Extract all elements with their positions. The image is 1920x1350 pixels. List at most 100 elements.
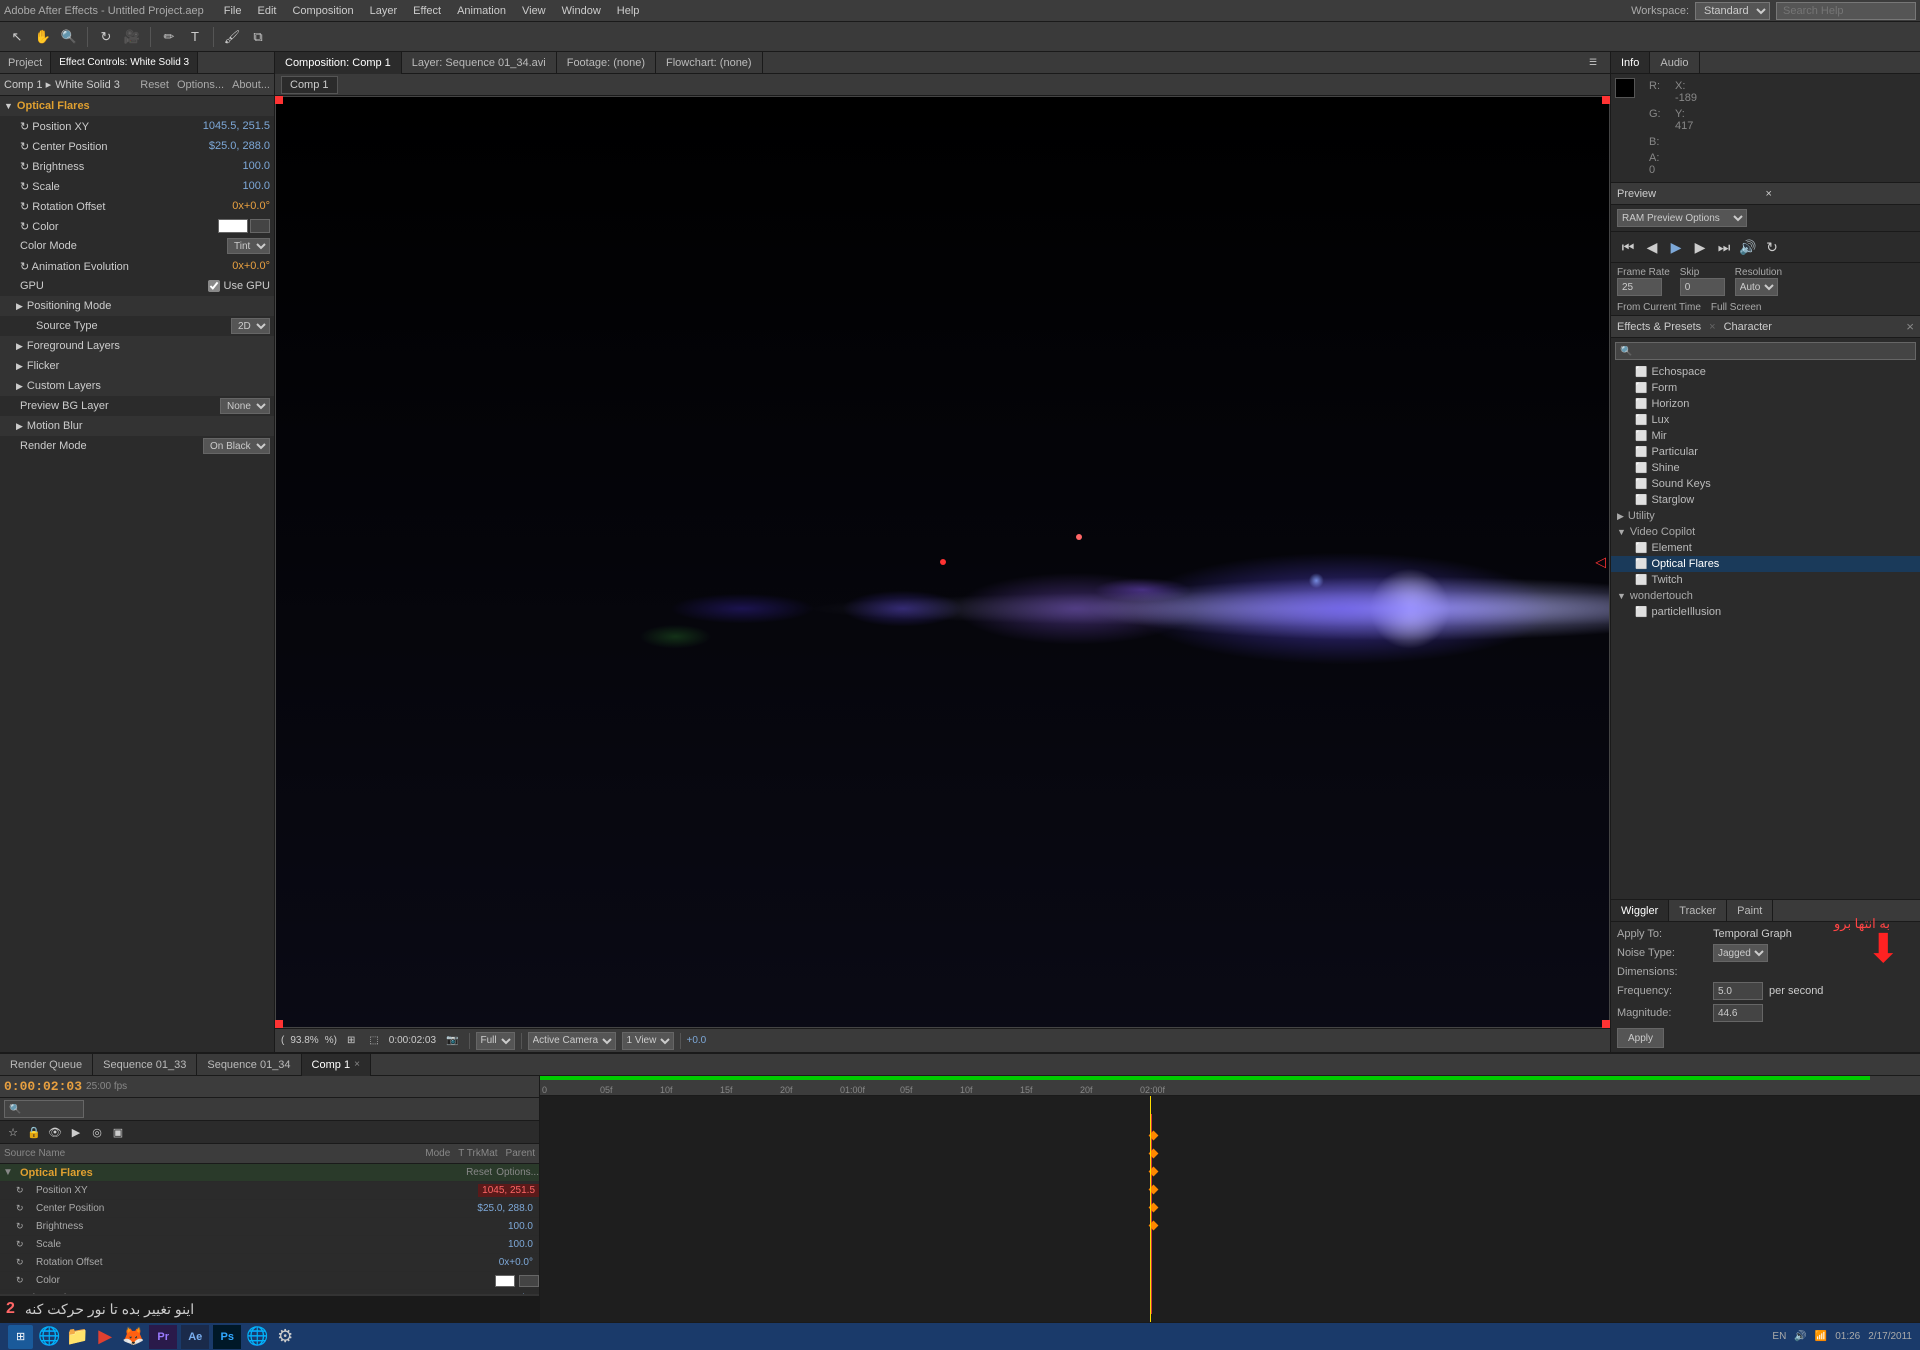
tl-color-swatch[interactable] <box>495 1275 515 1287</box>
prev-audio[interactable]: 🔊 <box>1737 236 1759 258</box>
motion-blur-group[interactable]: ▶ Motion Blur <box>0 416 274 436</box>
wiggler-tab[interactable]: Wiggler <box>1611 900 1669 921</box>
from-current-time-btn[interactable]: From Current Time <box>1617 302 1701 313</box>
comp-tab-footage[interactable]: Footage: (none) <box>557 52 656 74</box>
render-mode-select[interactable]: On Black <box>203 438 270 454</box>
zoom-tool[interactable]: 🔍 <box>58 26 80 48</box>
preview-bg-select[interactable]: None <box>220 398 270 414</box>
flicker-group[interactable]: ▶ Flicker <box>0 356 274 376</box>
gpu-checkbox[interactable] <box>208 280 220 292</box>
comp-tab-comp1[interactable]: Composition: Comp 1 <box>275 52 402 74</box>
premiere-icon[interactable]: Pr <box>149 1325 177 1349</box>
menu-animation[interactable]: Animation <box>449 0 514 21</box>
snapshot-btn[interactable]: 📷 <box>442 1035 462 1046</box>
effect-controls-tab[interactable]: Effect Controls: White Solid 3 <box>51 52 198 73</box>
ep-item-particular[interactable]: ⬜ Particular <box>1611 444 1920 460</box>
paint-tab[interactable]: Paint <box>1727 900 1773 921</box>
tl-motion-blur[interactable]: ◎ <box>88 1123 106 1141</box>
tl-prop-value[interactable]: 0x+0.0° <box>493 1257 539 1268</box>
zoom-select[interactable]: Full <box>476 1032 515 1050</box>
comp-tab-flowchart[interactable]: Flowchart: (none) <box>656 52 763 74</box>
start-btn[interactable]: ⊞ <box>8 1325 33 1349</box>
hand-tool[interactable]: ✋ <box>32 26 54 48</box>
prev-first-frame[interactable]: ⏮ <box>1617 236 1639 258</box>
kf-diamond-4[interactable] <box>1150 1186 1157 1193</box>
frame-rate-input[interactable] <box>1617 278 1662 296</box>
ie-icon[interactable]: 🌐 <box>37 1325 61 1349</box>
aftereffects-icon[interactable]: Ae <box>181 1325 209 1349</box>
tl-3d[interactable]: ▣ <box>109 1123 127 1141</box>
camera-tool[interactable]: 🎥 <box>121 26 143 48</box>
browser-icon[interactable]: 🌐 <box>245 1325 269 1349</box>
media-icon[interactable]: ▶ <box>93 1325 117 1349</box>
prev-play[interactable]: ▶ <box>1665 236 1687 258</box>
tracker-tab[interactable]: Tracker <box>1669 900 1727 921</box>
bt-seq-34[interactable]: Sequence 01_34 <box>197 1054 301 1076</box>
tl-expand[interactable]: ▶ <box>67 1123 85 1141</box>
color-mode-select[interactable]: Tint <box>227 238 270 254</box>
character-tab[interactable]: Character <box>1724 321 1772 333</box>
view-select[interactable]: 1 View <box>622 1032 674 1050</box>
ep-item-twitch[interactable]: ⬜ Twitch <box>1611 572 1920 588</box>
menu-composition[interactable]: Composition <box>284 0 361 21</box>
kf-diamond-3[interactable] <box>1150 1168 1157 1175</box>
menu-view[interactable]: View <box>514 0 554 21</box>
skip-input[interactable] <box>1680 278 1725 296</box>
prop-value[interactable]: $25.0, 288.0 <box>209 140 270 152</box>
settings-icon[interactable]: ⚙ <box>273 1325 297 1349</box>
ep-item-element[interactable]: ⬜ Element <box>1611 540 1920 556</box>
layer-optical-flares[interactable]: ▼ Optical Flares Reset Options... <box>0 1164 539 1182</box>
ep-item-optical-flares[interactable]: ⬜ Optical Flares <box>1611 556 1920 572</box>
audio-tab[interactable]: Audio <box>1650 52 1699 73</box>
prop-value[interactable]: 0x+0.0° <box>232 200 270 212</box>
prev-loop[interactable]: ↻ <box>1761 236 1783 258</box>
ep-close[interactable]: × <box>1906 319 1914 334</box>
ep-item-shine[interactable]: ⬜ Shine <box>1611 460 1920 476</box>
prop-value[interactable]: 1045.5, 251.5 <box>203 120 270 132</box>
source-type-select[interactable]: 2D <box>231 318 270 334</box>
layer-reset[interactable]: Reset <box>466 1167 492 1178</box>
menu-effect[interactable]: Effect <box>405 0 449 21</box>
frequency-input[interactable] <box>1713 982 1763 1000</box>
ep-item-mir[interactable]: ⬜ Mir <box>1611 428 1920 444</box>
firefox-icon[interactable]: 🦊 <box>121 1325 145 1349</box>
ec-reset[interactable]: Reset <box>140 79 169 91</box>
kf-diamond-1[interactable] <box>1150 1132 1157 1139</box>
timeline-right[interactable]: 0 05f 10f 15f 20f 01:00f 05f 10f 15f 20f… <box>540 1076 1920 1322</box>
prev-next-frame[interactable]: ▶ <box>1689 236 1711 258</box>
tl-solo[interactable]: ☆ <box>4 1123 22 1141</box>
layer-expand-btn[interactable]: ▼ <box>0 1167 16 1178</box>
ep-item-starglow[interactable]: ⬜ Starglow <box>1611 492 1920 508</box>
tl-eye[interactable]: 👁 <box>46 1123 64 1141</box>
layer-options[interactable]: Options... <box>496 1167 539 1178</box>
tl-color-swatch2[interactable] <box>519 1275 539 1287</box>
ep-item-particleillusion[interactable]: ⬜ particleIllusion <box>1611 604 1920 620</box>
ep-cat-video-copilot[interactable]: ▼ Video Copilot <box>1611 524 1920 540</box>
ep-item-soundkeys[interactable]: ⬜ Sound Keys <box>1611 476 1920 492</box>
viewer[interactable]: ◁ <box>275 96 1610 1028</box>
workspace-select[interactable]: Standard <box>1695 2 1770 20</box>
pen-tool[interactable]: ✏ <box>158 26 180 48</box>
noise-type-select[interactable]: Jagged <box>1713 944 1768 962</box>
ep-item-horizon[interactable]: ⬜ Horizon <box>1611 396 1920 412</box>
grid-toggle[interactable]: ⊞ <box>343 1035 359 1046</box>
select-tool[interactable]: ↖ <box>6 26 28 48</box>
tl-time[interactable]: 0:00:02:03 <box>4 1079 82 1094</box>
volume-icon[interactable]: 🔊 <box>1794 1331 1806 1342</box>
ep-item-form[interactable]: ⬜ Form <box>1611 380 1920 396</box>
magnitude-input[interactable] <box>1713 1004 1763 1022</box>
clone-tool[interactable]: ⧉ <box>247 26 269 48</box>
optical-flares-group[interactable]: ▼ Optical Flares <box>0 96 274 116</box>
ram-preview-select[interactable]: RAM Preview Options <box>1617 209 1747 227</box>
brush-tool[interactable]: 🖌 <box>221 26 243 48</box>
prev-last-frame[interactable]: ⏭ <box>1713 236 1735 258</box>
prop-value[interactable]: 0x+0.0° <box>232 260 270 272</box>
menu-file[interactable]: File <box>216 0 250 21</box>
resolution-select[interactable]: Auto <box>1735 278 1778 296</box>
positioning-mode-group[interactable]: ▶ Positioning Mode <box>0 296 274 316</box>
ec-about[interactable]: About... <box>232 79 270 91</box>
foreground-layers-group[interactable]: ▶ Foreground Layers <box>0 336 274 356</box>
prop-value[interactable]: 100.0 <box>242 160 270 172</box>
tl-prop-value[interactable]: 100.0 <box>502 1221 539 1232</box>
project-tab[interactable]: Project <box>0 52 51 73</box>
